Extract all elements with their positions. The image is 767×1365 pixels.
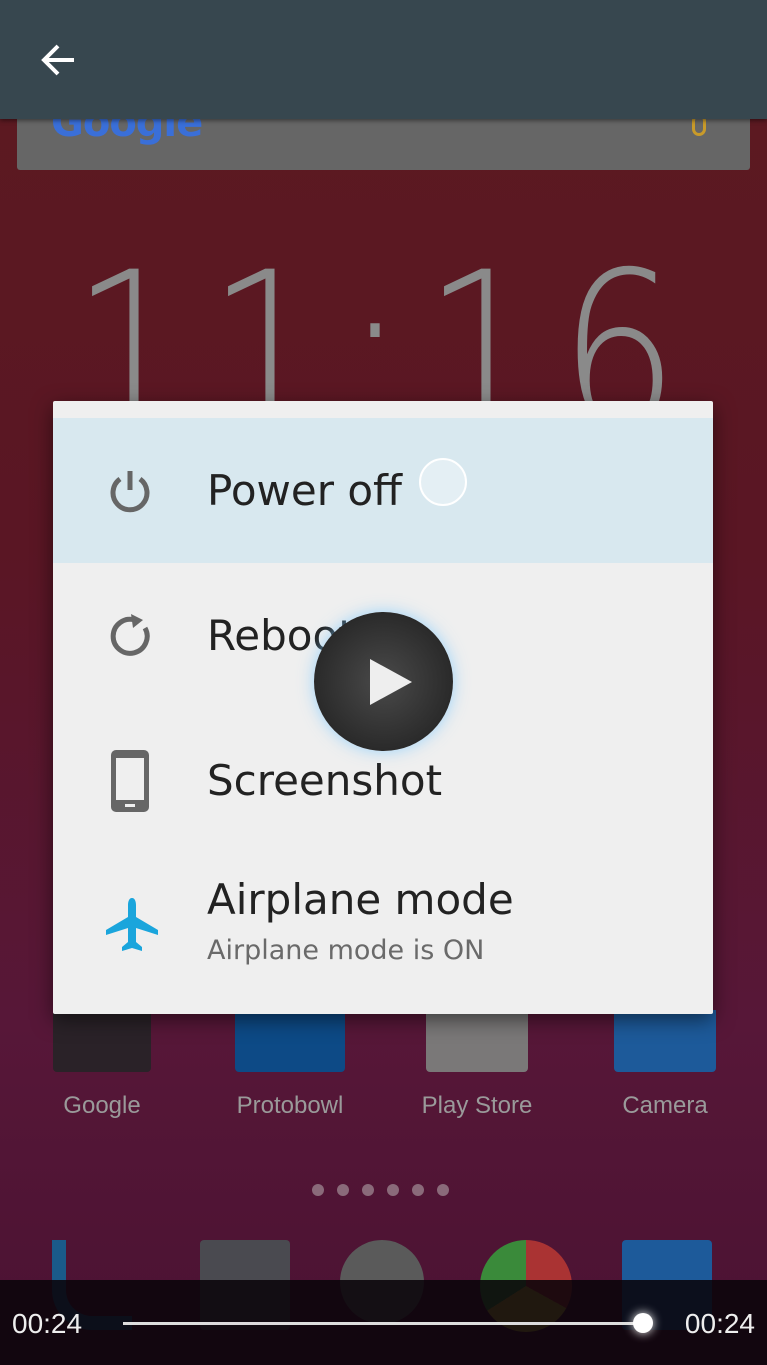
power-icon [110,470,150,512]
app-protobowl[interactable]: Protobowl [230,1010,350,1120]
refresh-icon [110,613,150,656]
seek-thumb[interactable] [633,1313,653,1333]
elapsed-time: 00:24 [12,1308,83,1339]
app-google[interactable]: Google [42,1010,162,1120]
top-app-bar [0,0,767,119]
dock [0,1240,767,1332]
video-player-controls: 00:24 00:24 [0,1280,767,1365]
touch-indicator [419,458,467,506]
app-play-store[interactable]: Play Store [417,1010,537,1120]
airplane-icon [106,897,158,951]
play-button[interactable] [314,612,453,751]
power-off-item[interactable]: Power off [53,418,713,563]
page-indicator [312,1184,449,1196]
phone-icon [111,749,149,812]
app-camera[interactable]: Camera [605,1010,725,1120]
seek-bar[interactable] [123,1322,643,1325]
duration-time: 00:24 [684,1308,755,1339]
arrow-left-icon[interactable] [38,40,82,80]
airplane-mode-item[interactable]: Airplane mode Airplane mode is ON [53,853,713,998]
